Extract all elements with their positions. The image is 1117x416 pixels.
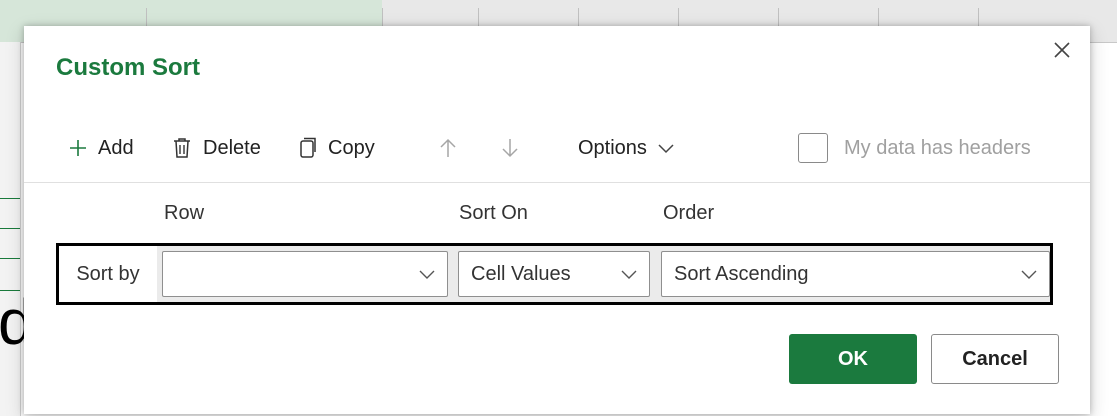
chevron-down-icon (658, 144, 674, 154)
move-up-button[interactable] (438, 130, 458, 166)
trash-icon (171, 137, 193, 159)
cell-underline (0, 228, 20, 229)
toolbar-divider (24, 182, 1090, 183)
move-down-button[interactable] (500, 130, 520, 166)
headers-checkbox[interactable] (798, 133, 828, 163)
sort-toolbar: Add Delete Copy Options My data has head… (68, 130, 1068, 166)
dialog-title: Custom Sort (56, 54, 200, 81)
sort-on-dropdown[interactable]: Cell Values (458, 251, 650, 297)
options-label: Options (578, 136, 647, 159)
options-dropdown[interactable]: Options (578, 130, 675, 166)
row-dropdown[interactable] (162, 251, 448, 297)
arrow-up-icon (440, 138, 456, 157)
cell-underline (0, 198, 20, 199)
headers-checkbox-group[interactable]: My data has headers (798, 130, 1031, 166)
chevron-down-icon (419, 270, 435, 279)
order-dropdown-value: Sort Ascending (674, 262, 809, 285)
column-heading-order: Order (663, 202, 715, 224)
cell-underline (0, 258, 20, 259)
sort-level-row[interactable]: Sort by Cell Values Sort Ascending (56, 243, 1053, 305)
arrow-down-icon (502, 139, 518, 158)
order-dropdown[interactable]: Sort Ascending (661, 251, 1050, 297)
delete-level-button[interactable]: Delete (171, 130, 261, 166)
column-heading-row: Row (164, 202, 205, 224)
custom-sort-dialog: Custom Sort Add Delete Copy Options My d… (24, 26, 1090, 414)
chevron-down-icon (621, 270, 637, 279)
add-label: Add (98, 136, 134, 159)
sort-by-label: Sort by (76, 262, 140, 285)
delete-label: Delete (203, 136, 261, 159)
close-button[interactable] (1048, 38, 1076, 66)
left-cell-strip (0, 42, 21, 416)
cancel-button[interactable]: Cancel (931, 334, 1059, 384)
close-icon (1054, 42, 1070, 58)
headers-checkbox-label: My data has headers (844, 136, 1031, 159)
copy-label: Copy (328, 136, 375, 159)
column-heading-sort-on: Sort On (459, 202, 528, 224)
sort-on-dropdown-value: Cell Values (471, 262, 571, 285)
plus-icon (68, 138, 88, 158)
copy-level-button[interactable]: Copy (296, 130, 375, 166)
chevron-down-icon (1021, 270, 1037, 279)
copy-icon (296, 137, 318, 159)
ok-button[interactable]: OK (789, 334, 917, 384)
add-level-button[interactable]: Add (68, 130, 134, 166)
